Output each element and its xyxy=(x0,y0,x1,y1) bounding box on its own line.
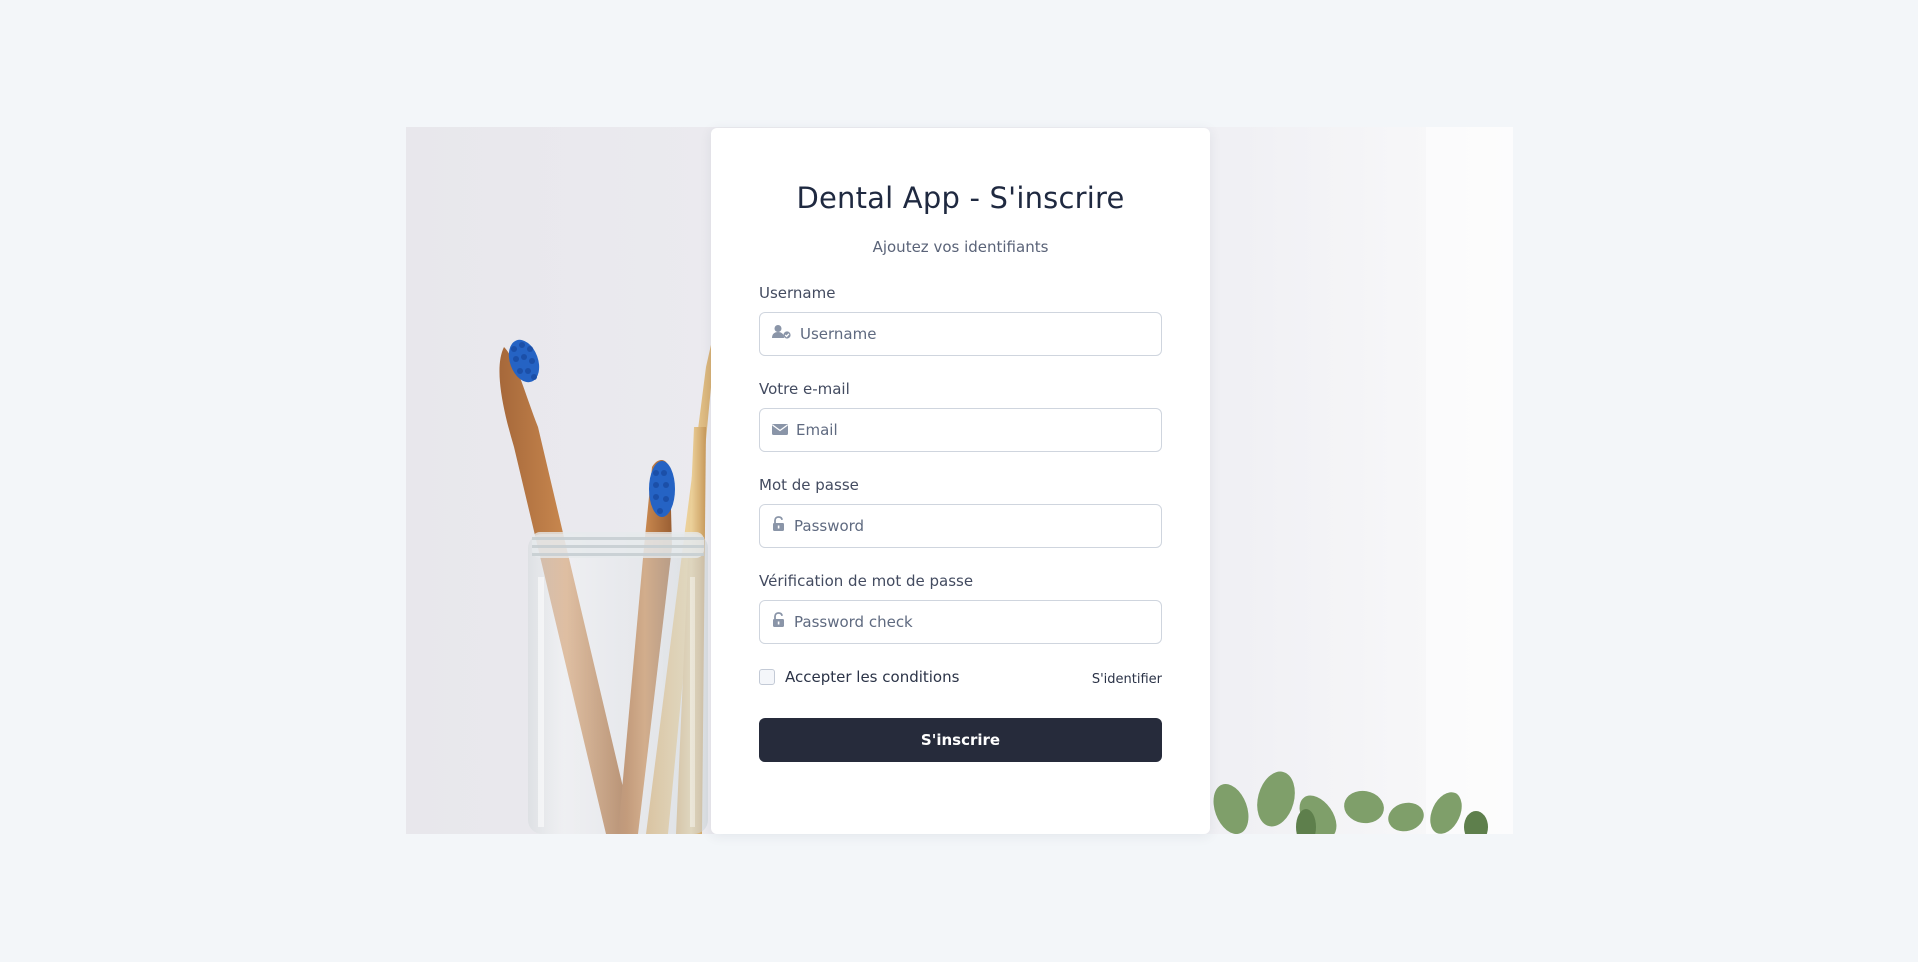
email-field-wrapper xyxy=(759,408,1162,452)
email-group: Votre e-mail xyxy=(759,378,1162,452)
email-input[interactable] xyxy=(796,410,1136,450)
username-group: Username xyxy=(759,282,1162,356)
accept-terms-checkbox[interactable] xyxy=(759,669,775,685)
terms-row: Accepter les conditions S'identifier xyxy=(759,666,1162,688)
accept-terms: Accepter les conditions xyxy=(759,668,959,686)
username-field-wrapper xyxy=(759,312,1162,356)
page-subtitle: Ajoutez vos identifiants xyxy=(872,238,1049,256)
password-check-input[interactable] xyxy=(794,602,1134,642)
username-label: Username xyxy=(759,284,836,302)
signup-button[interactable]: S'inscrire xyxy=(759,718,1162,762)
unlock-icon xyxy=(772,516,786,536)
username-input[interactable] xyxy=(800,314,1140,354)
password-check-label: Vérification de mot de passe xyxy=(759,572,974,590)
login-link[interactable]: S'identifier xyxy=(1092,668,1162,687)
user-check-icon xyxy=(772,324,792,344)
unlock-icon xyxy=(772,612,786,632)
password-label: Mot de passe xyxy=(759,476,859,494)
accept-terms-label[interactable]: Accepter les conditions xyxy=(785,668,959,686)
password-check-group: Vérification de mot de passe xyxy=(759,570,1162,644)
password-check-field-wrapper xyxy=(759,600,1162,644)
page-title: Dental App - S'inscrire xyxy=(796,181,1125,215)
password-group: Mot de passe xyxy=(759,474,1162,548)
password-input[interactable] xyxy=(794,506,1134,546)
signup-card: Dental App - S'inscrire Ajoutez vos iden… xyxy=(711,128,1210,834)
envelope-icon xyxy=(772,421,788,440)
password-field-wrapper xyxy=(759,504,1162,548)
email-label: Votre e-mail xyxy=(759,380,850,398)
